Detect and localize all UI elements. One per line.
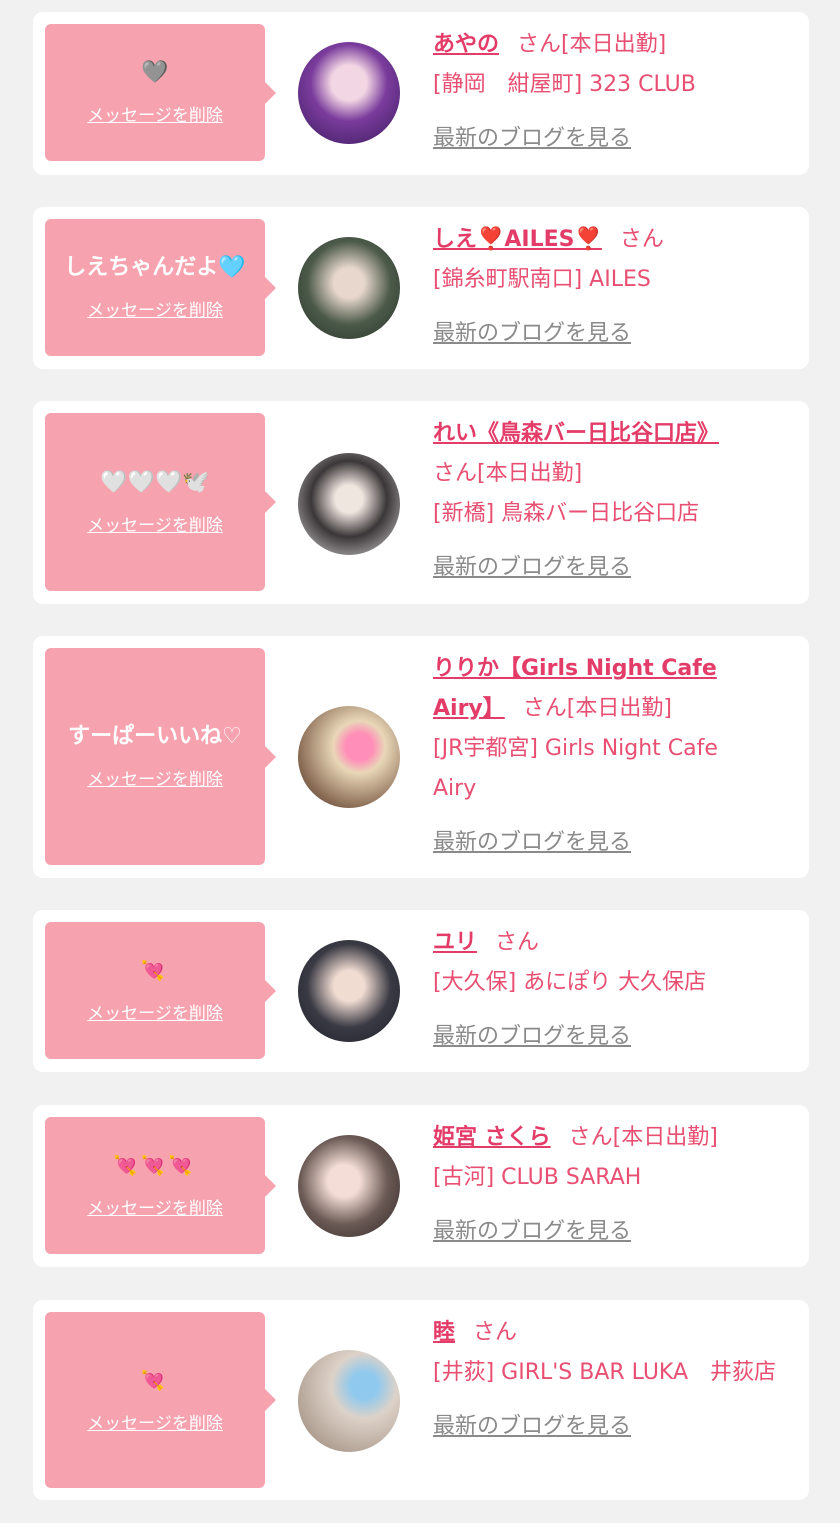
cast-name-link[interactable]: 睦 [433,1320,455,1345]
list-item: すーぱーいいね♡ メッセージを削除 りりか【Girls Night Cafe A… [33,636,809,878]
shop-name: [新橋] 鳥森バー日比谷口店 [433,501,700,526]
delete-message-link[interactable]: メッセージを削除 [87,1194,223,1219]
message-bubble: 💘💘💘 メッセージを削除 [45,1117,276,1254]
cast-info: れい《鳥森バー日比谷口店》 さん[本日出勤] [新橋] 鳥森バー日比谷口店 最新… [433,414,793,588]
message-text: 💘 [141,960,169,982]
message-list: 🩶 メッセージを削除 あやの さん[本日出勤] [静岡 紺屋町] 323 CLUB… [0,0,840,1523]
message-bubble: 🩶 メッセージを削除 [45,24,276,161]
delete-message-link[interactable]: メッセージを削除 [87,296,223,321]
list-item: 🩶 メッセージを削除 あやの さん[本日出勤] [静岡 紺屋町] 323 CLUB… [33,12,809,175]
blog-link[interactable]: 最新のブログを見る [433,548,793,588]
message-bubble: 🤍🤍🤍🕊️ メッセージを削除 [45,413,276,591]
avatar[interactable] [298,706,400,808]
delete-message-link[interactable]: メッセージを削除 [87,1409,223,1434]
cast-name-link[interactable]: ユリ [433,930,477,955]
honorific: さん[本日出勤] [517,32,667,57]
cast-info: しえ❣️AILES❣️ さん [錦糸町駅南口] AILES 最新のブログを見る [433,220,793,354]
honorific: さん[本日出勤] [522,696,672,721]
message-bubble: すーぱーいいね♡ メッセージを削除 [45,648,276,865]
avatar[interactable] [298,1135,400,1237]
cast-info: 睦さん [井荻] GIRL'S BAR LUKA 井荻店 最新のブログを見る [433,1313,793,1447]
list-item: 💘💘💘 メッセージを削除 姫宮 さくら さん[本日出勤] [古河] CLUB SA… [33,1105,809,1267]
honorific: さん [619,227,664,252]
blog-link[interactable]: 最新のブログを見る [433,314,793,354]
delete-message-link[interactable]: メッセージを削除 [87,765,223,790]
message-bubble: 💘 メッセージを削除 [45,922,276,1059]
list-item: しえちゃんだよ🩵 メッセージを削除 しえ❣️AILES❣️ さん [錦糸町駅南口]… [33,207,809,369]
cast-info: りりか【Girls Night Cafe Airy】 さん[本日出勤] [JR宇都… [433,649,793,863]
avatar[interactable] [298,453,400,555]
list-item: 💘 メッセージを削除 睦さん [井荻] GIRL'S BAR LUKA 井荻店 … [33,1300,809,1500]
cast-name-link[interactable]: 姫宮 さくら [433,1125,551,1150]
shop-name: [大久保] あにぽり 大久保店 [433,970,707,995]
message-text: 🤍🤍🤍🕊️ [100,469,210,495]
list-item: 💘 メッセージを削除 ユリ さん [大久保] あにぽり 大久保店 最新のブログを見… [33,910,809,1072]
message-text: すーぱーいいね♡ [68,724,242,749]
avatar[interactable] [298,237,400,339]
avatar[interactable] [298,42,400,144]
shop-name: [静岡 紺屋町] 323 CLUB [433,72,696,97]
message-text: 🩶 [141,60,169,85]
message-text: 💘💘💘 [113,1155,197,1177]
blog-link[interactable]: 最新のブログを見る [433,1212,793,1252]
cast-info: あやの さん[本日出勤] [静岡 紺屋町] 323 CLUB 最新のブログを見る [433,25,793,159]
shop-name: [錦糸町駅南口] AILES [433,267,651,292]
honorific: さん[本日出勤] [433,461,583,486]
avatar[interactable] [298,1350,400,1452]
honorific: さん [495,930,540,955]
cast-info: 姫宮 さくら さん[本日出勤] [古河] CLUB SARAH 最新のブログを見る [433,1118,793,1252]
message-text: 💘 [141,1369,169,1392]
honorific: さん[本日出勤] [568,1125,718,1150]
shop-name: [井荻] GIRL'S BAR LUKA 井荻店 [433,1360,777,1385]
blog-link[interactable]: 最新のブログを見る [433,1407,793,1447]
message-bubble: しえちゃんだよ🩵 メッセージを削除 [45,219,276,356]
blog-link[interactable]: 最新のブログを見る [433,823,793,863]
blog-link[interactable]: 最新のブログを見る [433,1017,793,1057]
list-item: 🤍🤍🤍🕊️ メッセージを削除 れい《鳥森バー日比谷口店》 さん[本日出勤] [新… [33,401,809,604]
cast-info: ユリ さん [大久保] あにぽり 大久保店 最新のブログを見る [433,923,793,1057]
shop-name: [JR宇都宮] Girls Night Cafe Airy [433,736,718,801]
message-text: しえちゃんだよ🩵 [64,255,246,280]
message-bubble: 💘 メッセージを削除 [45,1312,276,1488]
honorific: さん [473,1320,518,1345]
blog-link[interactable]: 最新のブログを見る [433,119,793,159]
delete-message-link[interactable]: メッセージを削除 [87,101,223,126]
cast-name-link[interactable]: しえ❣️AILES❣️ [433,227,602,252]
cast-name-link[interactable]: れい《鳥森バー日比谷口店》 [433,421,719,446]
delete-message-link[interactable]: メッセージを削除 [87,999,223,1024]
cast-name-link[interactable]: あやの [433,32,499,57]
shop-name: [古河] CLUB SARAH [433,1165,642,1190]
delete-message-link[interactable]: メッセージを削除 [87,511,223,536]
avatar[interactable] [298,940,400,1042]
